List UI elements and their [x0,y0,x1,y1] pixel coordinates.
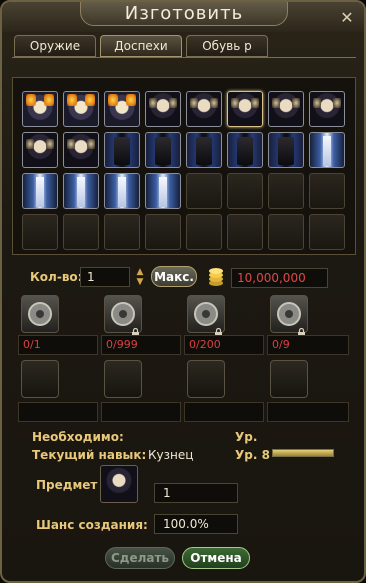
recipe-item[interactable] [104,132,140,168]
recipe-slot-empty [268,214,304,250]
tab-divider [12,57,356,58]
recipe-item[interactable] [104,91,140,127]
product-slot[interactable] [100,465,138,503]
recipe-grid [12,77,356,255]
lock-icon [214,322,223,337]
skill-progress-bar [272,449,334,457]
craft-button[interactable]: Сделать [105,547,175,569]
recipe-item[interactable] [145,173,181,209]
recipe-item[interactable] [145,91,181,127]
quantity-stepper[interactable]: ▲ ▼ [134,267,146,287]
recipe-slot-empty [309,173,345,209]
required-level-label: Ур. [235,430,258,444]
recipe-slot-empty [186,214,222,250]
recipe-slot-empty [186,173,222,209]
title-plate: Изготовить [80,2,288,26]
lock-icon [131,322,140,337]
material-slot-empty [187,360,225,398]
recipe-item[interactable] [227,132,263,168]
recipe-item[interactable] [22,173,58,209]
material-count: 0/999 [101,335,181,355]
recipe-item[interactable] [309,91,345,127]
arrow-down-icon[interactable]: ▼ [134,277,146,287]
recipe-slot-empty [63,214,99,250]
required-label: Необходимо: [32,430,124,444]
recipe-item[interactable] [145,132,181,168]
recipe-slot-empty [104,214,140,250]
recipe-item[interactable] [309,132,345,168]
recipe-item[interactable] [63,91,99,127]
recipe-slot-empty [309,214,345,250]
material-count: 0/1 [18,335,98,355]
material-count-empty [184,402,264,422]
cost-field: 10,000,000 [231,268,328,288]
material-slot-empty [21,360,59,398]
success-chance-label: Шанс создания: [36,518,148,532]
material-count: 0/9 [267,335,349,355]
recipe-item[interactable] [63,132,99,168]
material-count: 0/200 [184,335,264,355]
material-count-empty [18,402,98,422]
coins-icon [209,268,223,286]
material-slot-empty [270,360,308,398]
material-slot-empty [104,360,142,398]
close-icon[interactable]: ✕ [337,8,357,28]
gear-material-icon[interactable] [187,295,225,337]
product-label: Предмет [36,478,98,492]
recipe-slot-empty [227,173,263,209]
lock-icon [297,322,306,337]
recipe-slot-empty [268,173,304,209]
coin-material-icon[interactable] [104,295,142,337]
crafting-window: Изготовить ✕ Оружие Доспехи Обувь р Кол-… [0,0,366,583]
max-button[interactable]: Макс. [151,266,197,287]
current-skill-value: Кузнец [148,448,194,462]
cancel-button[interactable]: Отмена [182,547,250,569]
recipe-item[interactable] [186,91,222,127]
quantity-input[interactable]: 1 [80,267,130,287]
material-count-empty [101,402,181,422]
current-skill-label: Текущий навык: [32,448,147,462]
success-chance-field: 100.0% [154,514,238,534]
recipe-item[interactable] [268,132,304,168]
recipe-item[interactable] [186,132,222,168]
window-title: Изготовить [124,3,244,24]
skill-level-label: Ур. 8 [235,448,270,462]
recipe-item[interactable] [268,91,304,127]
recipe-slot-empty [22,214,58,250]
title-bar[interactable]: Изготовить ✕ [2,2,364,32]
recipe-slot-empty [227,214,263,250]
arrow-up-icon[interactable]: ▲ [134,267,146,277]
recipe-item[interactable] [104,173,140,209]
tab-footwear[interactable]: Обувь р [186,35,268,57]
recipe-item[interactable] [227,91,263,127]
recipe-item[interactable] [22,91,58,127]
quantity-label: Кол-во: [30,270,83,284]
tab-weapons[interactable]: Оружие [14,35,96,57]
recipe-item[interactable] [63,173,99,209]
skill-progress-fill [273,450,333,456]
tab-armor[interactable]: Доспехи [100,35,182,57]
material-count-empty [267,402,349,422]
ore-icon[interactable] [21,295,59,333]
product-quantity-field: 1 [154,483,238,503]
recipe-item[interactable] [22,132,58,168]
recipe-slot-empty [145,214,181,250]
ingot-icon[interactable] [270,295,308,337]
